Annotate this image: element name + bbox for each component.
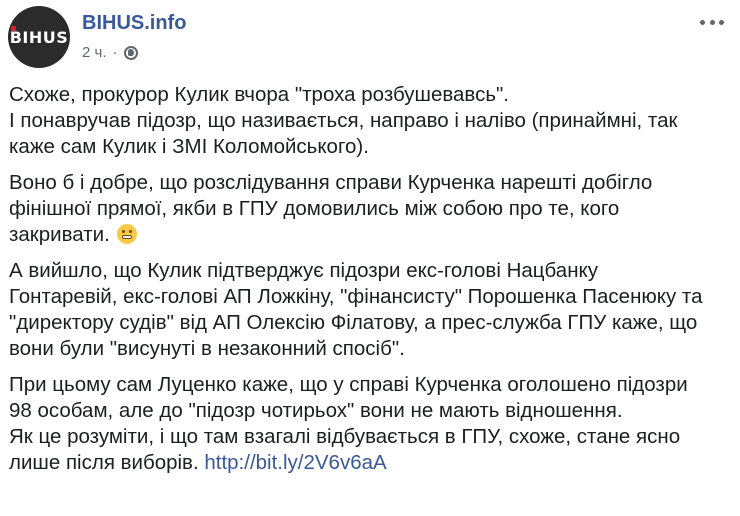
text-fragment: закривати.: [9, 223, 110, 246]
text-line: Гонтаревій, екс-голові АП Ложкіну, "фіна…: [9, 285, 703, 308]
post-meta: 2 ч. ·: [82, 43, 138, 63]
post-paragraph-2: Воно б і добре, що розслідування справи …: [9, 170, 725, 248]
avatar-logo-dot: [10, 25, 16, 31]
avatar-logo-text: BIHUS: [9, 27, 69, 47]
text-line: каже сам Кулик і ЗМІ Коломойського).: [9, 135, 369, 158]
text-line: лише після виборів. http://bit.ly/2V6v6a…: [9, 450, 725, 476]
grimacing-face-emoji: [117, 224, 138, 244]
facebook-post: BIHUS BIHUS.info 2 ч. · Схоже, прокурор …: [0, 0, 740, 516]
post-paragraph-4: При цьому сам Луценко каже, що у справі …: [9, 372, 725, 476]
page-avatar[interactable]: BIHUS: [8, 6, 70, 68]
globe-icon[interactable]: [123, 46, 138, 60]
text-line: фінішної прямої, якби в ГПУ домовились м…: [9, 197, 620, 220]
more-dot: [700, 19, 705, 25]
post-paragraph-3: А вийшло, що Кулик підтверджує підозри е…: [9, 258, 725, 362]
text-line: При цьому сам Луценко каже, що у справі …: [9, 373, 688, 396]
text-line: І понавручав підозр, що називається, нап…: [9, 109, 678, 132]
more-dot: [719, 19, 724, 25]
post-header: BIHUS BIHUS.info 2 ч. ·: [8, 6, 732, 68]
text-line: Воно б і добре, що розслідування справи …: [9, 171, 653, 194]
text-line: Як це розуміти, і що там взагалі відбува…: [9, 425, 681, 448]
meta-separator: ·: [112, 44, 118, 61]
text-line: "директору судів" від АП Олексію Філатов…: [9, 311, 698, 334]
more-dot: [709, 19, 715, 25]
more-options-icon[interactable]: [700, 14, 724, 30]
text-line: Схоже, прокурор Кулик вчора "троха розбу…: [9, 83, 509, 106]
text-line: вони були "висунуті в незаконний спосіб"…: [9, 337, 405, 360]
text-line: 98 особам, але до "підозр чотирьох" вони…: [9, 399, 623, 422]
post-paragraph-1: Схоже, прокурор Кулик вчора "троха розбу…: [9, 82, 725, 160]
text-line: закривати.: [9, 222, 725, 248]
text-fragment: лише після виборів.: [9, 451, 199, 474]
avatar-logo: BIHUS: [9, 25, 69, 47]
post-body: Схоже, прокурор Кулик вчора "троха розбу…: [9, 82, 725, 486]
post-link[interactable]: http://bit.ly/2V6v6aA: [204, 451, 386, 474]
post-timestamp[interactable]: 2 ч.: [82, 43, 107, 63]
page-name-link[interactable]: BIHUS.info: [82, 11, 186, 35]
text-line: А вийшло, що Кулик підтверджує підозри е…: [9, 259, 598, 282]
